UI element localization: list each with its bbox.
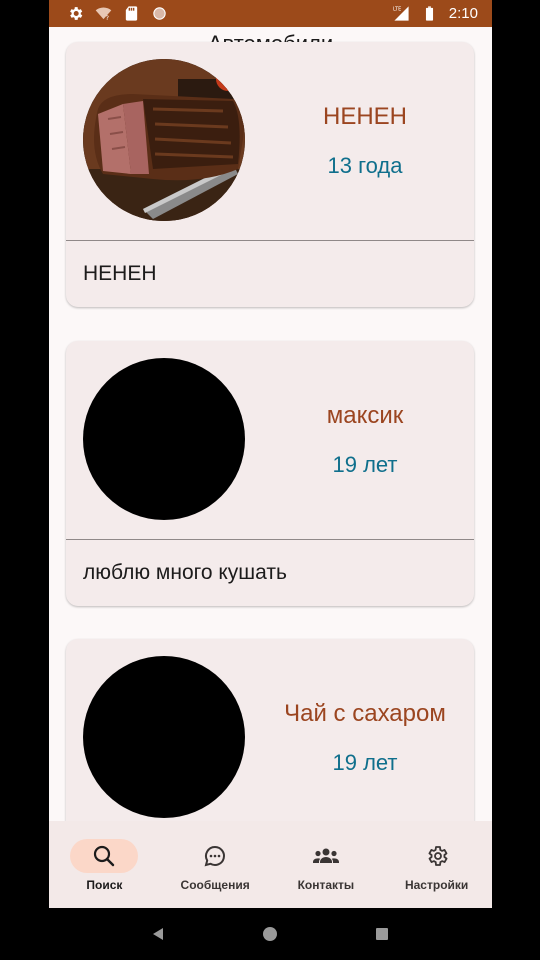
- signal-icon: LTE: [393, 6, 409, 21]
- status-right: LTE 2:10: [393, 5, 478, 22]
- svg-text:?: ?: [106, 14, 109, 22]
- card-age: 13 года: [327, 153, 403, 178]
- avatar: [83, 358, 245, 520]
- card-header: Чай с сахаром 19 лет: [66, 639, 474, 837]
- profile-card[interactable]: максик 19 лет люблю много кушать: [66, 341, 474, 606]
- nav-item-contacts[interactable]: Контакты: [271, 821, 382, 908]
- card-info: Чай с сахаром 19 лет: [256, 639, 474, 837]
- people-icon: [312, 848, 339, 863]
- sd-card-icon: [125, 6, 138, 21]
- nav-pill: [70, 839, 139, 873]
- battery-icon: [425, 6, 433, 21]
- wifi-question-icon: ?: [95, 7, 112, 22]
- card-header: НЕНЕН 13 года: [66, 42, 474, 240]
- card-description: люблю много кушать: [83, 561, 287, 584]
- network-label: LTE: [393, 7, 401, 13]
- card-age: 19 лет: [332, 750, 398, 775]
- nav-pill: [181, 839, 249, 873]
- card-age: 19 лет: [332, 452, 398, 477]
- card-info: максик 19 лет: [256, 341, 474, 539]
- status-time: 2:10: [448, 5, 478, 22]
- bottom-navigation: Поиск Сообщения Контакты Настройки: [49, 821, 492, 908]
- status-left: ?: [67, 5, 168, 22]
- card-name: НЕНЕН: [322, 103, 407, 130]
- nav-label: Настройки: [404, 878, 469, 892]
- nav-pill: [292, 839, 360, 873]
- nav-label: Сообщения: [180, 878, 250, 892]
- card-name: максик: [326, 402, 404, 429]
- card-info: НЕНЕН 13 года: [256, 42, 474, 240]
- home-icon[interactable]: [262, 926, 278, 942]
- nav-label: Контакты: [297, 878, 355, 892]
- gear-icon: [70, 7, 83, 20]
- nav-label: Поиск: [86, 878, 123, 892]
- card-description: НЕНЕН: [83, 262, 157, 285]
- app-screen: Автомобили: [49, 27, 492, 908]
- status-bar: ? LTE 2:10: [49, 0, 492, 27]
- nav-pill: [403, 839, 471, 873]
- nav-item-messages[interactable]: Сообщения: [160, 821, 271, 908]
- card-name: Чай с сахаром: [284, 700, 446, 727]
- chat-icon: [204, 845, 226, 867]
- recents-icon[interactable]: [374, 926, 390, 942]
- nav-item-settings[interactable]: Настройки: [381, 821, 492, 908]
- avatar: [83, 59, 245, 221]
- system-navigation-bar: [0, 908, 540, 960]
- circle-icon: [153, 7, 166, 20]
- nav-item-search[interactable]: Поиск: [49, 821, 160, 908]
- profile-card[interactable]: НЕНЕН 13 года НЕНЕН: [66, 42, 474, 307]
- back-icon[interactable]: [150, 926, 166, 942]
- avatar: [83, 656, 245, 818]
- card-header: максик 19 лет: [66, 341, 474, 539]
- gear-icon: [428, 846, 448, 866]
- meat-photo-image: [83, 59, 245, 221]
- search-icon: [94, 845, 115, 867]
- profile-card[interactable]: Чай с сахаром 19 лет: [66, 639, 474, 837]
